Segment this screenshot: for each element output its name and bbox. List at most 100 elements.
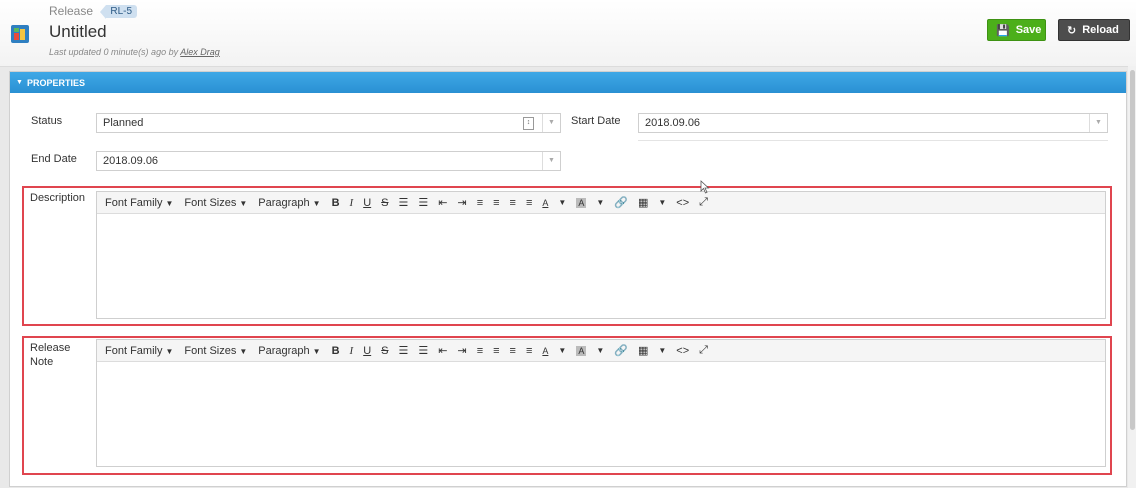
font-sizes-dropdown[interactable]: Font Sizes ▼: [184, 197, 247, 209]
bullet-list-icon[interactable]: ☰: [399, 196, 409, 209]
text-color-button[interactable]: A: [542, 198, 548, 208]
font-sizes-dropdown[interactable]: Font Sizes ▼: [184, 345, 247, 357]
align-justify-icon[interactable]: ≡: [526, 345, 532, 357]
properties-panel-title: PROPERTIES: [26, 77, 85, 88]
underline-button[interactable]: U: [363, 345, 371, 357]
caret-down-icon: ▼: [239, 346, 248, 356]
italic-button[interactable]: I: [350, 197, 354, 209]
paragraph-dropdown[interactable]: Paragraph ▼: [258, 197, 320, 209]
status-value: Planned: [103, 117, 144, 129]
align-right-icon[interactable]: ≡: [510, 197, 516, 209]
reload-button[interactable]: ↻ Reload: [1058, 19, 1130, 41]
caret-down-icon[interactable]: ▼: [558, 346, 566, 355]
start-date-label: Start Date: [571, 115, 621, 127]
caret-down-icon[interactable]: ▼: [596, 198, 604, 207]
start-date-field[interactable]: 2018.09.06 ▼: [638, 113, 1108, 133]
align-center-icon[interactable]: ≡: [493, 345, 499, 357]
underline-button[interactable]: U: [363, 197, 371, 209]
collapse-caret-icon: ▼: [16, 79, 23, 86]
chevron-down-icon[interactable]: ▼: [542, 152, 560, 170]
chevron-down-icon[interactable]: ▼: [542, 114, 560, 132]
font-sizes-label: Font Sizes: [184, 344, 237, 357]
chevron-down-icon[interactable]: ▼: [1089, 114, 1107, 132]
last-updated-text: Last updated 0 minute(s) ago by Alex Dra…: [49, 47, 220, 57]
save-label: Save: [1015, 24, 1042, 36]
caret-down-icon[interactable]: ▼: [558, 198, 566, 207]
strikethrough-button[interactable]: S: [381, 345, 388, 357]
numbered-list-icon[interactable]: ☰: [418, 196, 428, 209]
status-select[interactable]: Planned ↕ ▼: [96, 113, 561, 133]
start-date-value: 2018.09.06: [645, 117, 701, 129]
page-header: Release RL-5 Untitled Last updated 0 min…: [0, 0, 1136, 67]
indent-icon[interactable]: ⇥: [457, 196, 466, 209]
floppy-disk-icon: 💾: [996, 24, 1010, 37]
release-id-tag[interactable]: RL-5: [100, 5, 138, 19]
source-code-icon[interactable]: <>: [676, 345, 689, 357]
breadcrumb-label: Release: [49, 4, 94, 18]
background-color-button[interactable]: A: [576, 197, 587, 208]
bullet-list-icon[interactable]: ☰: [399, 344, 409, 357]
refresh-icon: ↻: [1067, 24, 1077, 37]
caret-down-icon[interactable]: ▼: [658, 346, 666, 355]
bold-button[interactable]: B: [332, 345, 340, 357]
divider: [638, 140, 1108, 141]
bold-button[interactable]: B: [332, 197, 340, 209]
breadcrumb: Release RL-5: [49, 4, 138, 19]
italic-button[interactable]: I: [350, 345, 354, 357]
end-date-value: 2018.09.06: [103, 155, 159, 167]
last-updated-prefix: Last updated 0 minute(s) ago by: [49, 47, 181, 57]
align-left-icon[interactable]: ≡: [477, 345, 483, 357]
font-family-dropdown[interactable]: Font Family ▼: [105, 197, 173, 209]
align-right-icon[interactable]: ≡: [510, 345, 516, 357]
align-justify-icon[interactable]: ≡: [526, 197, 532, 209]
link-icon[interactable]: 🔗: [614, 344, 628, 357]
align-center-icon[interactable]: ≡: [493, 197, 499, 209]
background-color-button[interactable]: A: [576, 345, 587, 356]
release-note-label-line1: Release: [30, 342, 71, 354]
caret-down-icon: ▼: [165, 346, 174, 356]
font-family-label: Font Family: [105, 344, 163, 357]
description-editor[interactable]: Font Family ▼ Font Sizes ▼ Paragraph ▼ B I …: [96, 191, 1106, 319]
align-left-icon[interactable]: ≡: [477, 197, 483, 209]
clipboard-icon[interactable]: ↕: [523, 117, 534, 130]
updated-by-user-link[interactable]: Alex Drag: [180, 47, 220, 57]
properties-panel-header[interactable]: ▼ PROPERTIES: [10, 72, 1126, 93]
paragraph-label: Paragraph: [258, 196, 310, 209]
page-title[interactable]: Untitled: [49, 22, 107, 42]
release-note-editor[interactable]: Font Family ▼ Font Sizes ▼ Paragraph ▼ B I …: [96, 339, 1106, 467]
table-icon[interactable]: ▦: [638, 344, 648, 357]
fullscreen-icon[interactable]: ⤢: [699, 344, 708, 357]
text-color-button[interactable]: A: [542, 346, 548, 356]
end-date-field[interactable]: 2018.09.06 ▼: [96, 151, 561, 171]
save-button[interactable]: 💾 Save: [987, 19, 1046, 41]
caret-down-icon: ▼: [312, 346, 321, 356]
caret-down-icon[interactable]: ▼: [658, 198, 666, 207]
fullscreen-icon[interactable]: ⤢: [699, 196, 708, 209]
scrollbar-thumb[interactable]: [1130, 70, 1135, 430]
paragraph-label: Paragraph: [258, 344, 310, 357]
caret-down-icon: ▼: [239, 198, 248, 208]
indent-icon[interactable]: ⇥: [457, 344, 466, 357]
release-icon: [11, 25, 29, 43]
caret-down-icon[interactable]: ▼: [596, 346, 604, 355]
strikethrough-button[interactable]: S: [381, 197, 388, 209]
table-icon[interactable]: ▦: [638, 196, 648, 209]
font-sizes-label: Font Sizes: [184, 196, 237, 209]
caret-down-icon: ▼: [165, 198, 174, 208]
status-label: Status: [31, 115, 63, 127]
link-icon[interactable]: 🔗: [614, 196, 628, 209]
source-code-icon[interactable]: <>: [676, 197, 689, 209]
release-note-label: Release Note: [30, 341, 70, 369]
end-date-label: End Date: [31, 153, 77, 165]
paragraph-dropdown[interactable]: Paragraph ▼: [258, 345, 320, 357]
description-label: Description: [30, 192, 86, 204]
outdent-icon[interactable]: ⇤: [438, 344, 447, 357]
caret-down-icon: ▼: [312, 198, 321, 208]
mouse-cursor-icon: [700, 180, 710, 194]
outdent-icon[interactable]: ⇤: [438, 196, 447, 209]
font-family-dropdown[interactable]: Font Family ▼: [105, 345, 173, 357]
numbered-list-icon[interactable]: ☰: [418, 344, 428, 357]
properties-panel: ▼ PROPERTIES Status Planned ↕ ▼ Start Da…: [9, 71, 1127, 487]
release-note-toolbar: Font Family ▼ Font Sizes ▼ Paragraph ▼ B I …: [97, 340, 1105, 362]
description-toolbar: Font Family ▼ Font Sizes ▼ Paragraph ▼ B I …: [97, 192, 1105, 214]
